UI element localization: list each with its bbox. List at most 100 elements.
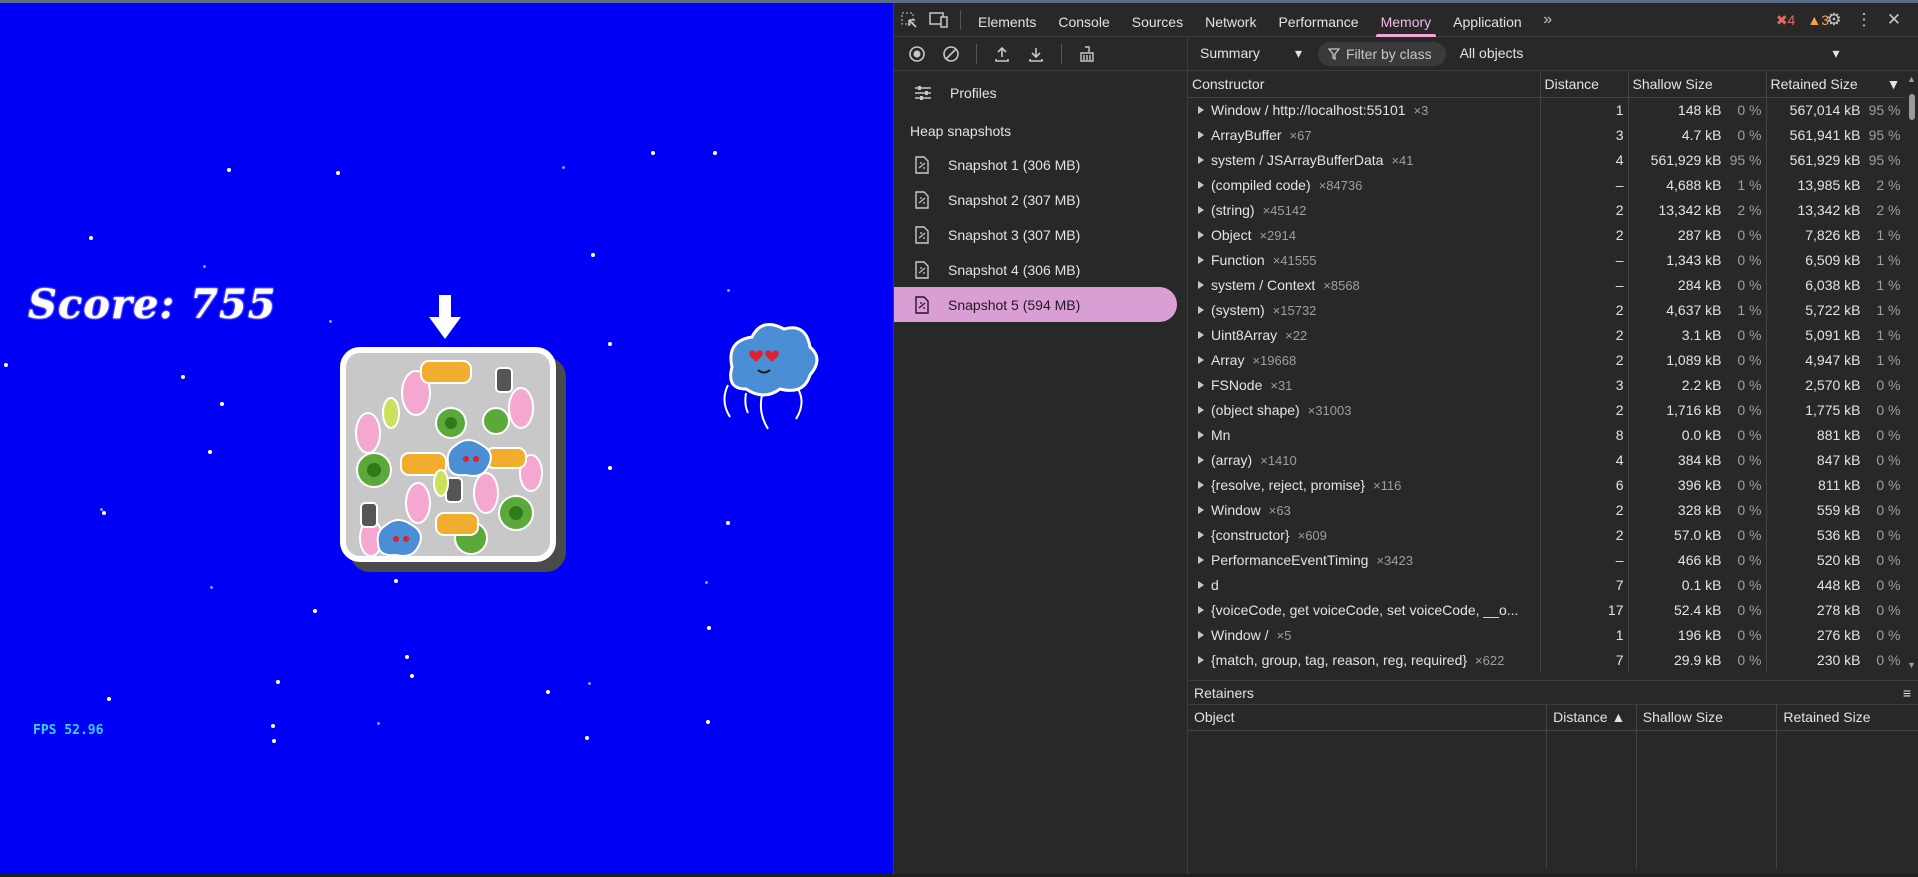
- snapshot-item[interactable]: Snapshot 1 (306 MB): [894, 147, 1177, 182]
- expand-triangle-icon[interactable]: [1198, 255, 1204, 264]
- table-row[interactable]: system / JSArrayBufferData ×41 4 561,929 kB…: [1188, 147, 1906, 172]
- germ-box[interactable]: [340, 347, 556, 562]
- expand-triangle-icon[interactable]: [1198, 630, 1204, 639]
- expand-triangle-icon[interactable]: [1198, 605, 1204, 614]
- table-row[interactable]: ArrayBuffer ×67 3 4.7 kB 0 % 561,941 kB 95 %: [1188, 122, 1906, 147]
- download-icon[interactable]: [1021, 39, 1051, 69]
- column-distance[interactable]: Distance: [1540, 72, 1629, 98]
- table-row[interactable]: (object shape) ×31003 2 1,716 kB 0 % 1,775 kB…: [1188, 397, 1906, 422]
- column-shallow-size[interactable]: Shallow Size: [1628, 72, 1767, 98]
- close-icon[interactable]: ✕: [1879, 3, 1909, 37]
- column-distance[interactable]: Distance ▲: [1546, 705, 1637, 731]
- snapshot-item-selected[interactable]: Snapshot 5 (594 MB): [894, 287, 1177, 322]
- upload-icon[interactable]: [987, 39, 1017, 69]
- shallow-size-percent: 0 %: [1737, 626, 1762, 643]
- expand-triangle-icon[interactable]: [1198, 655, 1204, 664]
- table-row[interactable]: (string) ×45142 2 13,342 kB 2 % 13,342 kB 2 %: [1188, 197, 1906, 222]
- tab-network[interactable]: Network: [1194, 3, 1267, 37]
- expand-triangle-icon[interactable]: [1198, 480, 1204, 489]
- inspect-element-icon[interactable]: [894, 3, 924, 37]
- virus-cloud-character[interactable]: [712, 315, 822, 430]
- kebab-menu-icon[interactable]: ⋮: [1849, 3, 1879, 37]
- expand-triangle-icon[interactable]: [1198, 330, 1204, 339]
- empty-cell: [1546, 730, 1637, 868]
- expand-triangle-icon[interactable]: [1198, 430, 1204, 439]
- hamburger-menu-icon[interactable]: ≡: [1903, 685, 1911, 701]
- record-icon[interactable]: [902, 39, 932, 69]
- expand-triangle-icon[interactable]: [1198, 530, 1204, 539]
- more-tabs-chevron-icon[interactable]: »: [1533, 3, 1563, 37]
- shallow-size-value: 466 kB: [1677, 551, 1722, 568]
- shallow-size-percent: 0 %: [1737, 401, 1762, 418]
- profiles-item[interactable]: Profiles: [894, 73, 1187, 113]
- device-toolbar-icon[interactable]: [924, 3, 954, 37]
- snapshot-item[interactable]: Snapshot 2 (307 MB): [894, 182, 1177, 217]
- table-row[interactable]: Window / http://localhost:55101 ×3 1 148 kB…: [1188, 97, 1906, 122]
- view-select[interactable]: Summary ▾: [1200, 45, 1310, 62]
- retained-size-percent: 0 %: [1876, 451, 1901, 468]
- tab-performance[interactable]: Performance: [1267, 3, 1369, 37]
- gear-icon[interactable]: ⚙: [1819, 3, 1849, 37]
- column-constructor[interactable]: Constructor: [1188, 72, 1541, 98]
- table-row[interactable]: {voiceCode, get voiceCode, set voiceCode…: [1188, 597, 1906, 622]
- table-row[interactable]: Object ×2914 2 287 kB 0 % 7,826 kB 1 %: [1188, 222, 1906, 247]
- table-row[interactable]: Mn 8 0.0 kB 0 % 881 kB 0 %: [1188, 422, 1906, 447]
- table-row[interactable]: {constructor} ×609 2 57.0 kB 0 % 536 kB 0 %: [1188, 522, 1906, 547]
- constructor-name: {match, group, tag, reason, reg, require…: [1211, 651, 1468, 668]
- tab-memory[interactable]: Memory: [1370, 3, 1443, 37]
- column-shallow-size[interactable]: Shallow Size: [1636, 705, 1778, 731]
- scrollbar-thumb[interactable]: [1909, 94, 1915, 120]
- snapshot-item[interactable]: Snapshot 3 (307 MB): [894, 217, 1177, 252]
- expand-triangle-icon[interactable]: [1198, 505, 1204, 514]
- table-row[interactable]: {resolve, reject, promise} ×116 6 396 kB 0 %…: [1188, 472, 1906, 497]
- tab-elements[interactable]: Elements: [967, 3, 1047, 37]
- table-row[interactable]: {match, group, tag, reason, reg, require…: [1188, 647, 1906, 672]
- expand-triangle-icon[interactable]: [1198, 355, 1204, 364]
- constructor-cell: Window / http://localhost:55101 ×3: [1188, 97, 1541, 122]
- table-row[interactable]: Uint8Array ×22 2 3.1 kB 0 % 5,091 kB 1 %: [1188, 322, 1906, 347]
- game-canvas[interactable]: Score: 755 FPS 52.96: [0, 3, 893, 874]
- snapshot-item[interactable]: Snapshot 4 (306 MB): [894, 252, 1177, 287]
- column-retained-size[interactable]: Retained Size ▼: [1766, 72, 1906, 98]
- expand-triangle-icon[interactable]: [1198, 405, 1204, 414]
- objects-select[interactable]: All objects ▾: [1460, 45, 1840, 62]
- expand-triangle-icon[interactable]: [1198, 130, 1204, 139]
- tab-sources[interactable]: Sources: [1121, 3, 1194, 37]
- table-row[interactable]: Array ×19668 2 1,089 kB 0 % 4,947 kB 1 %: [1188, 347, 1906, 372]
- expand-triangle-icon[interactable]: [1198, 155, 1204, 164]
- expand-triangle-icon[interactable]: [1198, 555, 1204, 564]
- expand-triangle-icon[interactable]: [1198, 280, 1204, 289]
- table-row[interactable]: (system) ×15732 2 4,637 kB 1 % 5,722 kB 1 %: [1188, 297, 1906, 322]
- scroll-down-icon[interactable]: ▼: [1907, 660, 1916, 670]
- table-row[interactable]: Window ×63 2 328 kB 0 % 559 kB 0 %: [1188, 497, 1906, 522]
- table-row[interactable]: (array) ×1410 4 384 kB 0 % 847 kB 0 %: [1188, 447, 1906, 472]
- table-row[interactable]: PerformanceEventTiming ×3423–466 kB 0 % 520…: [1188, 547, 1906, 572]
- class-filter-input[interactable]: Filter by class: [1318, 41, 1446, 66]
- table-scrollbar[interactable]: ▲ ▼: [1905, 72, 1918, 672]
- expand-triangle-icon[interactable]: [1198, 580, 1204, 589]
- table-row[interactable]: system / Context ×8568 – 284 kB 0 % 6,038 kB 1…: [1188, 272, 1906, 297]
- column-object[interactable]: Object: [1188, 705, 1548, 731]
- expand-triangle-icon[interactable]: [1198, 305, 1204, 314]
- error-badge[interactable]: ✖4: [1776, 12, 1796, 29]
- table-row[interactable]: d 7 0.1 kB 0 % 448 kB 0 %: [1188, 572, 1906, 597]
- retainers-header[interactable]: Retainers ≡: [1188, 680, 1918, 705]
- table-row[interactable]: FSNode ×31 3 2.2 kB 0 % 2,570 kB 0 %: [1188, 372, 1906, 397]
- tab-console[interactable]: Console: [1047, 3, 1120, 37]
- column-retained-size[interactable]: Retained Size: [1776, 705, 1918, 731]
- tab-application[interactable]: Application: [1442, 3, 1533, 37]
- expand-triangle-icon[interactable]: [1198, 180, 1204, 189]
- expand-triangle-icon[interactable]: [1198, 230, 1204, 239]
- shallow-size-percent: 0 %: [1737, 501, 1762, 518]
- scroll-up-icon[interactable]: ▲: [1907, 74, 1916, 84]
- garbage-collect-icon[interactable]: [1072, 39, 1102, 69]
- retained-size-percent: 0 %: [1876, 651, 1901, 668]
- clear-icon[interactable]: [936, 39, 966, 69]
- table-row[interactable]: (compiled code) ×84736–4,688 kB 1 % 13,985 …: [1188, 172, 1906, 197]
- table-row[interactable]: Function ×41555 – 1,343 kB 0 % 6,509 kB 1 %: [1188, 247, 1906, 272]
- expand-triangle-icon[interactable]: [1198, 380, 1204, 389]
- table-row[interactable]: Window / ×5 1 196 kB 0 % 276 kB 0 %: [1188, 622, 1906, 647]
- expand-triangle-icon[interactable]: [1198, 105, 1204, 114]
- expand-triangle-icon[interactable]: [1198, 205, 1204, 214]
- expand-triangle-icon[interactable]: [1198, 455, 1204, 464]
